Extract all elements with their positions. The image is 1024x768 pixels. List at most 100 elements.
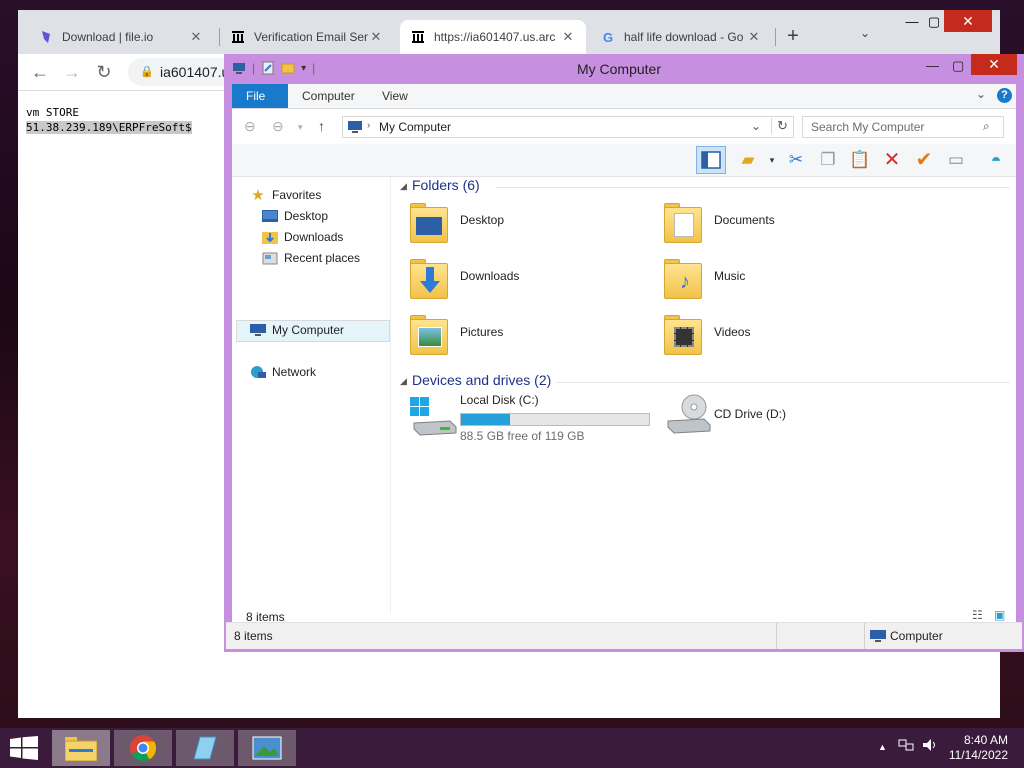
drives-group-header[interactable]: Devices and drives (2) [412,372,551,388]
back-arrow-icon[interactable]: ← [28,60,52,84]
pictures-folder-icon [410,313,448,355]
address-path: My Computer [379,120,452,134]
folder-label: Pictures [460,325,504,339]
chevron-down-icon[interactable]: ⌄ [976,87,986,101]
nav-network[interactable]: Network [250,362,316,382]
content-pane: ◢ Folders (6) Desktop Documents Download… [392,177,1016,614]
preview-pane-icon[interactable] [696,146,726,174]
collapse-arrow-icon[interactable]: ◢ [400,181,407,192]
explorer-window: | ▾ | My Computer — ▢ ✕ File Computer Vi… [224,54,1024,652]
nav-label: My Computer [272,323,345,337]
new-tab-button[interactable]: + [780,24,806,50]
nav-desktop[interactable]: Desktop [262,206,328,226]
close-icon[interactable]: ✕ [188,29,204,45]
folders-group-header[interactable]: Folders (6) [412,177,480,193]
copy-icon[interactable]: ❐ [816,148,840,172]
windows-drive-icon [410,397,457,436]
nav-my-computer[interactable]: My Computer [250,320,344,340]
nav-favorites[interactable]: ★ Favorites [250,185,321,205]
taskbar-photos[interactable] [238,730,296,766]
search-input[interactable]: Search My Computer ⌕ [802,116,1004,138]
folder-options-icon[interactable]: ▰ [736,148,760,172]
taskbar-file-explorer[interactable] [52,730,110,766]
tab-google[interactable]: G half life download - Go ✕ [590,20,772,54]
explorer-body: File Computer View ⌄ ? ⊖ ⊖ ▾ ↑ › My Comp… [232,84,1016,648]
folder-desktop[interactable]: Desktop [408,197,628,247]
chevron-right-icon[interactable]: › [367,120,370,131]
delete-icon[interactable]: ✕ [880,148,904,172]
fileio-icon [38,29,54,45]
system-clock[interactable]: 8:40 AM 11/14/2022 [949,733,1008,763]
tab-computer[interactable]: Computer [288,84,369,108]
tab-label: https://ia601407.us.arc [434,30,556,44]
drive-label: Local Disk (C:) [460,393,539,407]
taskbar-notepad[interactable] [176,730,234,766]
taskbar: ▲ 8:40 AM 11/14/2022 [0,728,1024,768]
close-icon[interactable]: ✕ [368,29,384,45]
group-divider [556,382,1010,383]
refresh-icon[interactable]: ↻ [771,118,788,134]
cut-icon[interactable]: ✂ [784,148,808,172]
close-button[interactable]: ✕ [944,10,992,32]
rename-icon[interactable]: ✔ [912,148,936,172]
tab-label: Verification Email Sent [254,30,368,44]
disk-usage-bar [460,413,650,426]
show-hidden-icons-icon[interactable]: ▲ [878,742,887,752]
maximize-button[interactable]: ▢ [924,10,944,36]
close-icon[interactable]: ✕ [746,29,762,45]
documents-folder-icon [664,201,702,243]
recent-locations-icon[interactable]: ▾ [298,122,303,133]
downloads-icon [262,230,278,244]
nav-downloads[interactable]: Downloads [262,227,343,247]
cd-drive-icon [667,394,711,434]
archive-icon [410,29,426,45]
collapse-arrow-icon[interactable]: ◢ [400,376,407,387]
close-button[interactable]: ✕ [971,54,1017,75]
selected-text-line: 51.38.239.189\ERPFreSoft$ [26,121,192,134]
chevron-down-icon[interactable]: ⌄ [751,119,761,133]
tab-verification[interactable]: Verification Email Sent ✕ [220,20,394,54]
tab-file[interactable]: File [232,84,288,108]
tab-view[interactable]: View [368,84,422,108]
details-view-icon[interactable]: ☷ [972,608,983,622]
address-row: ⊖ ⊖ ▾ ↑ › My Computer ⌄ ↻ Search My Comp… [232,109,1016,143]
chevron-down-icon[interactable]: ▾ [760,148,784,172]
drive-cd-d[interactable]: CD Drive (D:) [662,391,882,441]
address-bar[interactable]: › My Computer ⌄ ↻ [342,116,794,138]
tab-fileio[interactable]: Download | file.io ✕ [28,20,214,54]
folder-label: Desktop [460,213,505,227]
large-icons-view-icon[interactable]: ▣ [994,608,1005,622]
shell-icon[interactable]: ◓ [984,148,1008,172]
help-icon[interactable]: ? [997,88,1012,103]
windows-start-icon[interactable] [10,736,38,763]
maximize-button[interactable]: ▢ [952,58,964,74]
close-icon[interactable]: ✕ [560,29,576,45]
chevron-down-icon[interactable]: ⌄ [860,26,870,40]
paste-icon[interactable]: 📋 [848,148,872,172]
nav-label: Desktop [284,209,329,223]
folder-label: Music [714,269,746,283]
tab-label: half life download - Go [624,30,744,44]
properties-icon[interactable]: ▭ [944,148,968,172]
folder-music[interactable]: ♪ Music [662,253,882,303]
downloads-folder-icon [410,257,448,299]
folder-documents[interactable]: Documents [662,197,882,247]
recent-places-icon [262,251,278,265]
forward-arrow-icon[interactable]: ⊖ [272,118,284,135]
network-status-icon[interactable] [898,738,914,755]
back-arrow-icon[interactable]: ⊖ [244,118,256,135]
reload-icon[interactable]: ↻ [92,60,116,84]
up-arrow-icon[interactable]: ↑ [318,118,325,134]
drive-local-disk-c[interactable]: Local Disk (C:) 88.5 GB free of 119 GB [408,391,658,443]
nav-recent-places[interactable]: Recent places [262,248,360,268]
minimize-button[interactable]: — [926,58,939,73]
tab-ia601407[interactable]: https://ia601407.us.arc ✕ [400,20,586,54]
folder-videos[interactable]: Videos [662,309,882,359]
folder-pictures[interactable]: Pictures [408,309,628,359]
forward-arrow-icon[interactable]: → [60,60,84,84]
volume-icon[interactable] [922,738,938,755]
folder-downloads[interactable]: Downloads [408,253,628,303]
taskbar-chrome[interactable] [114,730,172,766]
minimize-button[interactable]: — [902,10,922,36]
command-toolbar: ▰ ▾ ✂ ❐ 📋 ✕ ✔ ▭ ◓ [232,144,1016,177]
